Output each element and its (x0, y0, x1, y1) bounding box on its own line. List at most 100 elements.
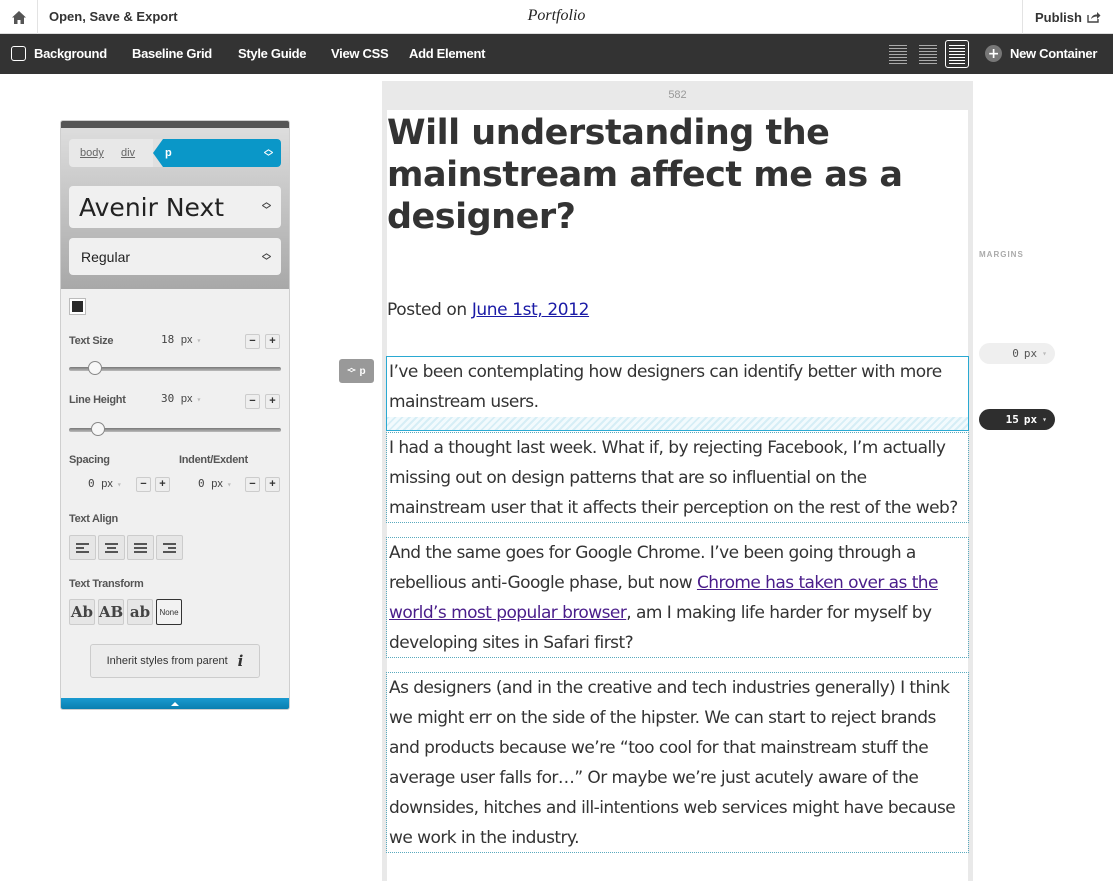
line-height-field[interactable]: 30 px ▾ (161, 392, 201, 405)
home-icon (11, 10, 26, 24)
align-right-button[interactable] (156, 535, 183, 560)
text-size-slider-handle[interactable] (88, 361, 102, 375)
home-button[interactable] (0, 0, 38, 34)
text-size-label: Text Size (69, 335, 114, 347)
text-transform-label: Text Transform (69, 578, 144, 590)
indent-label: Indent/Exdent (179, 454, 248, 466)
transform-uppercase-button[interactable]: AB (98, 599, 124, 625)
align-justify-button[interactable] (127, 535, 154, 560)
indent-unit: px (211, 478, 223, 490)
text-size-slider[interactable] (69, 361, 281, 375)
transform-capitalize-button[interactable]: Ab (69, 599, 95, 625)
element-breadcrumb: body div p ︿ ﹀ (69, 139, 281, 167)
breadcrumb-current-label: p (165, 147, 172, 159)
inherit-styles-label: Inherit styles from parent (106, 655, 228, 667)
bottom-margin-indicator (386, 417, 969, 431)
top-margin-value: 0 (1012, 347, 1019, 360)
inspector-header: body div p ︿ ﹀ Avenir Next ︿ ﹀ Regular ︿ ﹀ (61, 121, 289, 289)
element-tag-label: p (359, 365, 366, 377)
font-weight-select[interactable]: Regular ︿ ﹀ (69, 238, 281, 275)
chevron-down-icon: ▾ (196, 336, 202, 345)
indent-field[interactable]: 0 px ▾ (198, 477, 232, 490)
line-height-slider[interactable] (69, 422, 281, 436)
baseline-grid-button[interactable]: Baseline Grid (132, 46, 212, 61)
page-canvas: Will understanding the mainstream affect… (386, 110, 969, 890)
breadcrumb-p[interactable]: p ︿ ﹀ (153, 139, 281, 167)
updown-chevron-icon: ︿ ﹀ (261, 247, 271, 266)
transform-none-button[interactable]: None (156, 599, 182, 625)
breadcrumb-body[interactable]: body (69, 139, 117, 167)
text-size-unit: px (180, 334, 193, 346)
spacing-increase-button[interactable]: + (155, 477, 170, 492)
font-weight-value: Regular (81, 248, 131, 265)
text-align-label: Text Align (69, 513, 118, 525)
background-toggle[interactable]: Background (34, 46, 107, 61)
article-headline[interactable]: Will understanding the mainstream affect… (387, 112, 927, 238)
new-container-label: New Container (1010, 46, 1098, 61)
grid-wide-button[interactable] (945, 40, 969, 68)
chevron-down-icon: ▾ (226, 480, 232, 489)
grid-medium-button[interactable] (916, 40, 940, 68)
spacing-decrease-button[interactable]: − (136, 477, 151, 492)
collapse-panel-button[interactable] (61, 698, 289, 709)
bottom-margin-unit: px (1023, 413, 1038, 426)
indent-increase-button[interactable]: + (265, 477, 280, 492)
plus-icon: + (985, 45, 1002, 62)
line-height-slider-handle[interactable] (91, 422, 105, 436)
posted-on-line[interactable]: Posted on June 1st, 2012 (387, 300, 589, 320)
grid-narrow-button[interactable] (886, 40, 910, 68)
updown-chevron-icon: ︿ ﹀ (263, 144, 273, 162)
spacing-unit: px (101, 478, 113, 490)
text-size-decrease-button[interactable]: − (245, 334, 260, 349)
indent-value: 0 (198, 477, 205, 490)
collapse-arrow-icon (171, 701, 179, 706)
paragraph[interactable]: And the same goes for Google Chrome. I’v… (386, 537, 969, 658)
paragraph-selected[interactable]: I’ve been contemplating how designers ca… (386, 356, 969, 418)
chevron-down-icon: ▾ (116, 480, 122, 489)
inherit-styles-button[interactable]: Inherit styles from parent i (90, 644, 260, 678)
chevron-down-icon: ▾ (196, 395, 202, 404)
line-height-increase-button[interactable]: + (265, 394, 280, 409)
font-family-value: Avenir Next (79, 192, 225, 222)
text-size-increase-button[interactable]: + (265, 334, 280, 349)
open-save-export-menu[interactable]: Open, Save & Export (49, 9, 178, 24)
align-left-button[interactable] (69, 535, 96, 560)
indent-decrease-button[interactable]: − (245, 477, 260, 492)
container-width-readout: 582 (668, 89, 687, 101)
align-center-button[interactable] (98, 535, 125, 560)
breadcrumb-div[interactable]: div (117, 139, 153, 167)
transform-lowercase-button[interactable]: ab (127, 599, 153, 625)
text-size-value: 18 (161, 333, 175, 346)
top-margin-field[interactable]: 0 px ▾ (979, 343, 1055, 364)
toolbar: Background Baseline Grid Style Guide Vie… (0, 34, 1113, 74)
updown-chevron-icon: ︿ ﹀ (347, 363, 356, 378)
bottom-margin-field[interactable]: 15 px ▾ (979, 409, 1055, 430)
top-margin-unit: px (1023, 347, 1038, 360)
line-height-decrease-button[interactable]: − (245, 394, 260, 409)
line-height-unit: px (180, 393, 193, 405)
chevron-down-icon: ▾ (1042, 415, 1047, 424)
top-bar: Open, Save & Export Portfolio Publish (0, 0, 1113, 34)
font-family-select[interactable]: Avenir Next ︿ ﹀ (69, 186, 281, 228)
new-container-button[interactable]: + New Container (985, 45, 1097, 62)
element-drag-handle[interactable]: ︿ ﹀ p (339, 359, 374, 383)
background-checkbox[interactable] (11, 46, 26, 61)
publish-button[interactable]: Publish (1022, 0, 1113, 34)
posted-prefix: Posted on (387, 300, 472, 320)
view-css-button[interactable]: View CSS (331, 46, 389, 61)
paragraph[interactable]: I had a thought last week. What if, by r… (386, 432, 969, 523)
text-color-swatch[interactable] (70, 299, 85, 314)
updown-chevron-icon: ︿ ﹀ (261, 198, 271, 216)
margins-label: MARGINS (979, 250, 1024, 259)
posted-date-link[interactable]: June 1st, 2012 (472, 300, 590, 320)
inspector-panel: body div p ︿ ﹀ Avenir Next ︿ ﹀ Regular ︿ ﹀ … (60, 120, 290, 710)
bottom-margin-value: 15 (1005, 413, 1019, 426)
line-height-value: 30 (161, 392, 175, 405)
paragraph[interactable]: As designers (and in the creative and te… (386, 672, 969, 853)
line-height-label: Line Height (69, 394, 126, 406)
spacing-field[interactable]: 0 px ▾ (88, 477, 122, 490)
spacing-value: 0 (88, 477, 95, 490)
style-guide-button[interactable]: Style Guide (238, 46, 307, 61)
text-size-field[interactable]: 18 px ▾ (161, 333, 201, 346)
add-element-button[interactable]: Add Element (409, 46, 485, 61)
